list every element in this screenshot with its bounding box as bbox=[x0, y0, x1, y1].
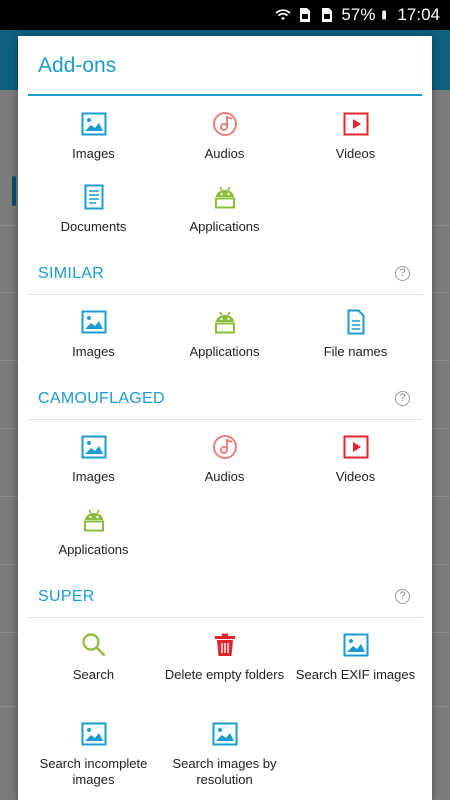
android-icon bbox=[214, 186, 235, 209]
title-divider bbox=[28, 94, 422, 96]
addon-documents[interactable]: Documents bbox=[28, 183, 159, 235]
addon-label: Images bbox=[72, 344, 115, 359]
addon-label: Applications bbox=[58, 542, 129, 557]
background-tab-indicator bbox=[12, 176, 16, 206]
trash-icon bbox=[214, 633, 235, 656]
super-search-incomplete-images[interactable]: Search incomplete images bbox=[28, 720, 159, 788]
section-divider bbox=[28, 617, 422, 618]
camouflaged-audios[interactable]: Audios bbox=[159, 433, 290, 485]
image-icon bbox=[81, 310, 106, 334]
addon-label: Audios bbox=[204, 146, 245, 161]
similar-applications[interactable]: Applications bbox=[159, 308, 290, 360]
addon-label: Delete empty folders bbox=[164, 667, 285, 682]
section-divider bbox=[28, 294, 422, 295]
section-divider bbox=[28, 419, 422, 420]
addon-label: Search incomplete images bbox=[39, 756, 148, 787]
camouflaged-videos[interactable]: Videos bbox=[290, 433, 421, 485]
addon-label: Documents bbox=[60, 219, 127, 234]
image-icon bbox=[81, 112, 106, 136]
sim1-icon bbox=[300, 8, 311, 22]
help-icon[interactable]: ? bbox=[395, 391, 410, 406]
video-icon bbox=[343, 435, 368, 459]
similar-images[interactable]: Images bbox=[28, 308, 159, 360]
camouflaged-images[interactable]: Images bbox=[28, 433, 159, 485]
addon-audios[interactable]: Audios bbox=[159, 110, 290, 162]
addons-dialog: Add-ons Images Audios Videos Documents A… bbox=[18, 36, 432, 800]
super-search-exif-images[interactable]: Search EXIF images bbox=[290, 631, 421, 683]
addon-applications[interactable]: Applications bbox=[159, 183, 290, 235]
image-icon bbox=[212, 722, 237, 746]
section-title-similar: SIMILAR bbox=[38, 265, 105, 282]
addon-label: File names bbox=[323, 344, 388, 359]
super-search-images-by-resolution[interactable]: Search images by resolution bbox=[159, 720, 290, 788]
addon-label: Videos bbox=[335, 469, 376, 484]
similar-file-names[interactable]: File names bbox=[290, 308, 421, 360]
android-icon bbox=[83, 509, 104, 532]
section-title-camouflaged: CAMOUFLAGED bbox=[38, 390, 165, 407]
battery-percent: 57% bbox=[341, 5, 376, 24]
camouflaged-applications[interactable]: Applications bbox=[28, 506, 159, 558]
addon-label: Audios bbox=[204, 469, 245, 484]
addon-label: Applications bbox=[189, 344, 260, 359]
addon-videos[interactable]: Videos bbox=[290, 110, 421, 162]
addon-label: Videos bbox=[335, 146, 376, 161]
audio-icon bbox=[212, 435, 237, 459]
addon-label: Images bbox=[72, 146, 115, 161]
video-icon bbox=[343, 112, 368, 136]
file-icon bbox=[347, 309, 364, 335]
help-icon[interactable]: ? bbox=[395, 266, 410, 281]
document-icon bbox=[84, 184, 103, 210]
addon-label: Images bbox=[72, 469, 115, 484]
search-icon bbox=[81, 633, 105, 657]
addon-label: Search EXIF images bbox=[295, 667, 416, 682]
dialog-title: Add-ons bbox=[38, 54, 117, 77]
super-delete-empty-folders[interactable]: Delete empty folders bbox=[159, 631, 290, 683]
wifi-icon bbox=[275, 9, 291, 20]
addon-label: Applications bbox=[189, 219, 260, 234]
sim2-icon bbox=[322, 8, 333, 22]
help-icon[interactable]: ? bbox=[395, 589, 410, 604]
addon-label: Search bbox=[72, 667, 115, 682]
audio-icon bbox=[212, 112, 237, 136]
section-title-super: SUPER bbox=[38, 588, 95, 605]
image-icon bbox=[81, 435, 106, 459]
addon-images[interactable]: Images bbox=[28, 110, 159, 162]
status-bar: 57% 17:04 bbox=[0, 0, 450, 30]
image-icon bbox=[81, 722, 106, 746]
battery-icon bbox=[382, 10, 387, 20]
clock: 17:04 bbox=[397, 5, 440, 24]
android-icon bbox=[214, 311, 235, 334]
super-search[interactable]: Search bbox=[28, 631, 159, 683]
addon-label: Search images by resolution bbox=[172, 756, 277, 787]
image-icon bbox=[343, 633, 368, 657]
